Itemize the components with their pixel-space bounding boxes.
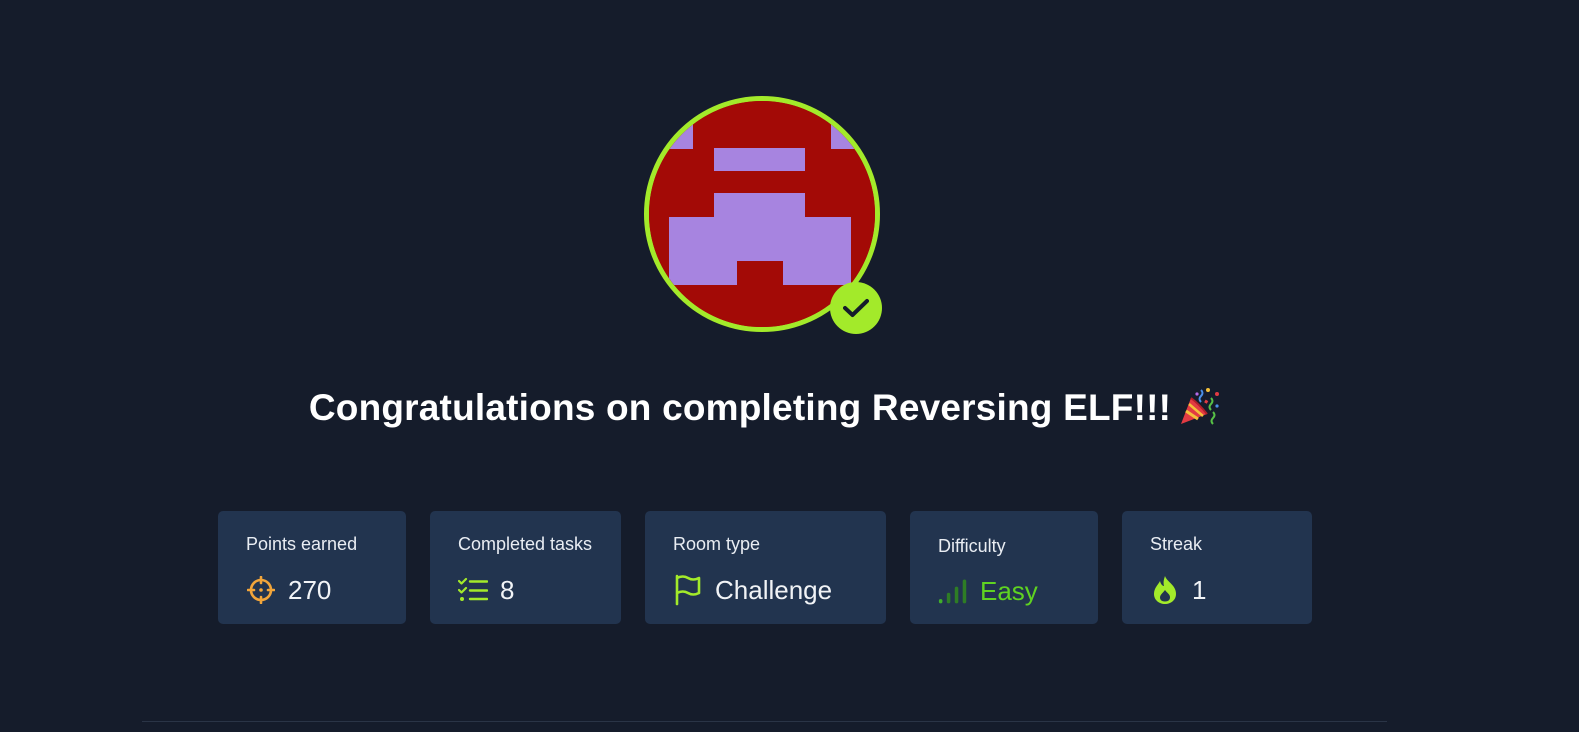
stat-card-difficulty: Difficulty Easy <box>910 511 1098 624</box>
crosshair-icon <box>246 575 276 605</box>
stat-card-streak: Streak 1 <box>1122 511 1312 624</box>
flame-icon <box>1150 575 1180 605</box>
completion-heading: Congratulations on completing Reversing … <box>0 386 1530 435</box>
stat-value: 8 <box>500 575 515 605</box>
stat-label: Difficulty <box>938 536 1006 556</box>
stat-value: Challenge <box>715 575 833 605</box>
signal-bars-icon <box>938 576 968 606</box>
stat-label: Points earned <box>246 534 358 554</box>
completion-title-text: Congratulations on completing Reversing … <box>308 387 1172 428</box>
stat-label: Streak <box>1150 534 1203 554</box>
stat-value: 270 <box>288 575 332 605</box>
room-completion-page: Congratulations on completing Reversing … <box>0 0 1579 732</box>
stat-value-difficulty: Easy <box>980 576 1038 606</box>
stat-card-points: Points earned 270 <box>218 511 406 624</box>
stat-value: 1 <box>1192 575 1207 605</box>
completed-check-badge <box>830 282 882 334</box>
stat-label: Completed tasks <box>458 534 593 554</box>
stat-label: Room type <box>673 534 761 554</box>
stat-card-tasks: Completed tasks 8 <box>430 511 621 624</box>
check-icon <box>843 299 869 317</box>
section-divider <box>142 721 1387 722</box>
party-popper-icon <box>1177 386 1221 435</box>
stat-card-room-type: Room type Challenge <box>645 511 886 624</box>
room-avatar-container <box>644 96 884 336</box>
checklist-icon <box>458 575 488 605</box>
flag-icon <box>673 574 703 606</box>
